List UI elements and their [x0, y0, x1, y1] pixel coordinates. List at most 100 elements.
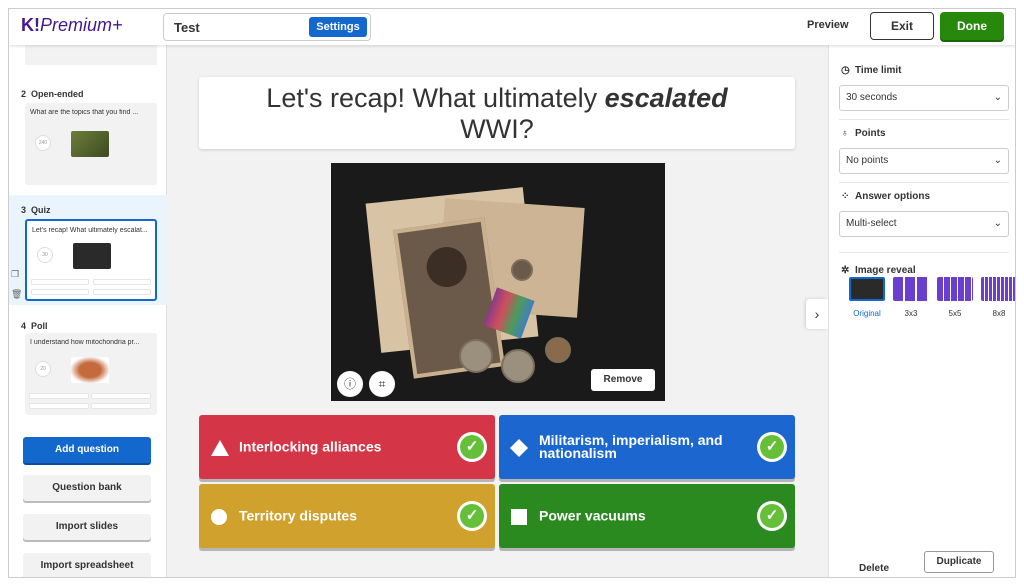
badge [511, 259, 533, 281]
diamond-icon [509, 438, 529, 458]
kahoot-title-text: Test [174, 20, 200, 35]
star-medal [545, 337, 571, 363]
slide-question-text: I understand how mitochondria pr... [30, 339, 140, 346]
question-bank-button[interactable]: Question bank [23, 475, 151, 501]
slide-thumbnail: Let's recap! What ultimately escalat... … [25, 219, 157, 301]
delete-slide-icon[interactable]: 🗑 [11, 289, 22, 300]
settings-button[interactable]: Settings [309, 17, 367, 37]
answer-options-label: ⁘ Answer options [841, 191, 931, 202]
reveal-5x5-label: 5x5 [948, 309, 962, 318]
answer-bar [91, 403, 151, 409]
slide-thumbnail: I understand how mitochondria pr... 20 [25, 333, 157, 415]
answer-2[interactable]: Militarism, imperialism, and nationalism… [499, 415, 795, 479]
square-icon [511, 509, 527, 525]
chevron-down-icon: ⌄ [993, 92, 1002, 103]
wwi-image [73, 243, 111, 269]
top-bar: K!Premium+ Test Settings Preview Exit Do… [9, 9, 1015, 45]
slide-thumbnail: What are the topics that you find ... 24… [25, 103, 157, 185]
slide-thumb-previous[interactable] [25, 45, 157, 65]
answer-bar [29, 393, 89, 399]
reveal-3x3[interactable] [893, 277, 929, 301]
check-icon: ✓ [460, 435, 484, 459]
delete-button[interactable]: Delete [859, 563, 889, 574]
reveal-original[interactable] [849, 277, 885, 301]
time-badge: 20 [35, 361, 51, 377]
time-badge: 30 [37, 247, 53, 263]
reveal-8x8-label: 8x8 [992, 309, 1006, 318]
answer-3[interactable]: Territory disputes ✓ [199, 484, 495, 548]
time-badge: 240 [35, 135, 51, 151]
answer-bar [31, 279, 89, 285]
chevron-down-icon: ⌄ [993, 218, 1002, 229]
chevron-right-icon[interactable]: › [806, 299, 828, 329]
clock-icon: ◷ [841, 65, 850, 76]
reveal-8x8[interactable] [981, 277, 1015, 301]
app-window: K!Premium+ Test Settings Preview Exit Do… [8, 8, 1016, 578]
points-select[interactable]: No points ⌄ [839, 148, 1009, 174]
slide-label: 3 Quiz [21, 205, 51, 215]
duplicate-slide-icon[interactable]: ❐ [11, 269, 19, 280]
image-reveal-label: ✲ Image reveal [841, 265, 916, 276]
correct-toggle[interactable]: ✓ [457, 501, 487, 531]
kahoot-title-field[interactable]: Test Settings [163, 13, 371, 41]
settings-panel: ◷ Time limit 30 seconds ⌄ ♁ Points No point… [828, 45, 1015, 577]
slide-question-text: What are the topics that you find ... [30, 109, 139, 116]
owl-image [71, 131, 109, 157]
points-label: ♁ Points [841, 128, 886, 139]
answer-text: Power vacuums [539, 507, 646, 524]
divider [839, 119, 1009, 120]
done-button[interactable]: Done [940, 12, 1004, 40]
question-emphasis: escalated [604, 83, 728, 113]
answer-options-select[interactable]: Multi-select ⌄ [839, 211, 1009, 237]
slide-question-text: Let's recap! What ultimately escalat... [32, 227, 148, 234]
import-slides-button[interactable]: Import slides [23, 514, 151, 540]
time-limit-select[interactable]: 30 seconds ⌄ [839, 85, 1009, 111]
answer-bar [29, 403, 89, 409]
reveal-5x5[interactable] [937, 277, 973, 301]
correct-toggle[interactable]: ✓ [757, 432, 787, 462]
answer-text: Militarism, imperialism, and nationalism [539, 432, 723, 461]
triangle-icon [211, 440, 229, 456]
answer-bar [31, 289, 89, 295]
answer-1[interactable]: Interlocking alliances ✓ [199, 415, 495, 479]
mitochondria-image [71, 357, 109, 383]
question-text: Let's recap! What ultimately [266, 83, 605, 113]
info-icon[interactable]: ⓘ [337, 371, 363, 397]
sparkle-icon: ✲ [841, 265, 850, 276]
crop-icon[interactable]: ⌗ [369, 371, 395, 397]
time-limit-label: ◷ Time limit [841, 65, 902, 76]
add-question-button[interactable]: Add question [23, 437, 151, 463]
check-icon: ✓ [460, 504, 484, 528]
preview-button[interactable]: Preview [807, 19, 849, 31]
medal [459, 339, 493, 373]
kahoot-logo[interactable]: K!Premium+ [21, 15, 123, 36]
answer-bar [91, 393, 151, 399]
slide-label: 4 Poll [21, 321, 48, 331]
medal [501, 349, 535, 383]
correct-toggle[interactable]: ✓ [757, 501, 787, 531]
question-text-end: WWI? [460, 114, 534, 144]
correct-toggle[interactable]: ✓ [457, 432, 487, 462]
divider [839, 182, 1009, 183]
import-spreadsheet-button[interactable]: Import spreadsheet [23, 553, 151, 577]
answer-4[interactable]: Power vacuums ✓ [499, 484, 795, 548]
shapes-icon: ⁘ [841, 191, 850, 202]
slide-sidebar: 2 Open-ended What are the topics that yo… [9, 45, 167, 577]
reveal-3x3-label: 3x3 [904, 309, 918, 318]
chevron-down-icon: ⌄ [993, 155, 1002, 166]
check-icon: ✓ [760, 435, 784, 459]
exit-button[interactable]: Exit [870, 12, 934, 40]
duplicate-button[interactable]: Duplicate [924, 551, 994, 573]
circle-icon [211, 509, 227, 525]
reveal-original-label: Original [853, 309, 881, 318]
answer-text: Territory disputes [239, 507, 357, 524]
slide-label: 2 Open-ended [21, 89, 84, 99]
remove-image-button[interactable]: Remove [591, 369, 655, 391]
answer-text: Interlocking alliances [239, 438, 382, 455]
question-image[interactable]: ⓘ ⌗ Remove [331, 163, 665, 401]
answer-bar [93, 289, 151, 295]
divider [839, 252, 1009, 253]
question-title-field[interactable]: Let's recap! What ultimately escalated W… [199, 77, 795, 149]
answer-bar [93, 279, 151, 285]
medal-icon: ♁ [841, 128, 849, 139]
